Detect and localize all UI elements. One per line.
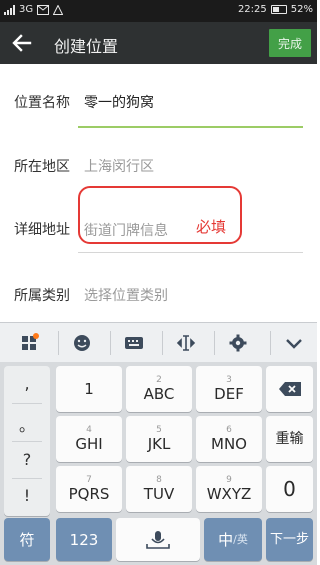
name-label: 位置名称 [14,95,70,111]
emoji-icon[interactable] [72,333,92,353]
required-annotation: 必填 [196,218,227,236]
language-main-label: 中 [218,530,234,549]
keyboard-toolbar [0,322,317,362]
back-arrow-icon[interactable] [10,31,34,55]
status-bar: 3G 22:25 52% [0,0,317,22]
done-button[interactable]: 完成 [269,29,311,57]
key-number: 8 [156,475,162,485]
space-mic-icon [146,530,170,549]
keyboard-switch-icon[interactable] [124,333,144,353]
zero-key[interactable]: 0 [266,466,313,512]
battery-icon [270,5,287,14]
next-key[interactable]: 下一步 [266,518,313,561]
number-mode-label: 123 [69,530,99,549]
key-ghi[interactable]: 4 GHI [56,416,122,462]
symbol-divider [12,403,42,404]
cursor-move-icon[interactable] [176,333,196,353]
symbol-divider [12,441,42,442]
action-bar: 创建位置 完成 [0,22,317,64]
category-row[interactable]: 所属类别 选择位置类别 [0,256,317,322]
network-type: 3G [19,4,34,15]
symbol-divider [12,478,42,479]
key-letters: ABC [143,385,175,403]
name-row[interactable]: 位置名称 零一的狗窝 [0,64,317,128]
key-letters: JKL [147,435,171,453]
symbol-key[interactable]: ? [4,450,50,469]
backspace-icon [278,382,301,396]
number-mode-key[interactable]: 123 [56,518,112,561]
symbol-key[interactable]: , [4,374,50,393]
key-1[interactable]: 1 [56,366,122,412]
toolbar-divider [110,331,111,355]
key-number: 5 [156,425,162,435]
next-label: 下一步 [269,531,309,547]
key-wxyz[interactable]: 9 WXYZ [196,466,262,512]
reenter-label: 重输 [275,431,304,447]
backspace-key[interactable] [266,366,313,412]
key-def[interactable]: 3 DEF [196,366,262,412]
address-input-underline [78,252,303,253]
key-letters: PQRS [68,485,110,503]
battery-percent: 52% [290,4,313,15]
mail-icon [37,4,50,15]
page-title: 创建位置 [54,37,119,56]
symbol-mode-label: 符 [19,530,35,549]
key-number: 7 [86,475,92,485]
t9-keyboard: , 。 ? ! 1 2 ABC 3 DEF 4 GHI 5 JKL 6 MNO … [0,362,317,565]
address-label: 详细地址 [14,222,70,238]
chevron-down-icon[interactable] [284,333,304,353]
key-number: 2 [156,375,162,385]
gear-icon[interactable] [228,333,248,353]
key-number: 6 [226,425,232,435]
key-abc[interactable]: 2 ABC [126,366,192,412]
toolbar-divider [58,331,59,355]
symbol-mode-key[interactable]: 符 [4,518,50,561]
alert-icon [53,4,64,15]
symbol-key[interactable]: 。 [4,412,50,436]
region-row[interactable]: 所在地区 上海闵行区 [0,128,317,186]
key-letters: TUV [143,485,175,503]
menu-grid-icon[interactable] [20,333,40,353]
key-letters: MNO [211,435,247,453]
key-jkl[interactable]: 5 JKL [126,416,192,462]
language-switch-key[interactable]: 中 /英 [204,518,262,561]
key-letters: GHI [75,435,103,453]
symbol-column[interactable]: , 。 ? ! [4,366,50,516]
signal-icon [4,4,15,15]
toolbar-divider [162,331,163,355]
key-pqrs[interactable]: 7 PQRS [56,466,122,512]
toolbar-divider [214,331,215,355]
clock: 22:25 [237,4,267,15]
region-field[interactable]: 上海闵行区 [84,156,154,176]
key-number: 4 [86,425,92,435]
space-key[interactable] [116,518,200,561]
key-letters: WXYZ [206,485,252,503]
toolbar-divider [270,331,271,355]
key-number: 9 [226,475,232,485]
key-mno[interactable]: 6 MNO [196,416,262,462]
language-sub-label: /英 [233,532,248,546]
name-input[interactable]: 零一的狗窝 [84,92,154,112]
category-label: 所属类别 [14,288,70,304]
key-tuv[interactable]: 8 TUV [126,466,192,512]
symbol-key[interactable]: ! [4,486,50,505]
key-number: 3 [226,375,232,385]
region-label: 所在地区 [14,159,70,175]
key-letters: DEF [214,385,244,403]
key-letters: 1 [84,380,94,398]
category-field[interactable]: 选择位置类别 [84,285,168,305]
reenter-key[interactable]: 重输 [266,416,313,462]
zero-label: 0 [283,477,296,501]
